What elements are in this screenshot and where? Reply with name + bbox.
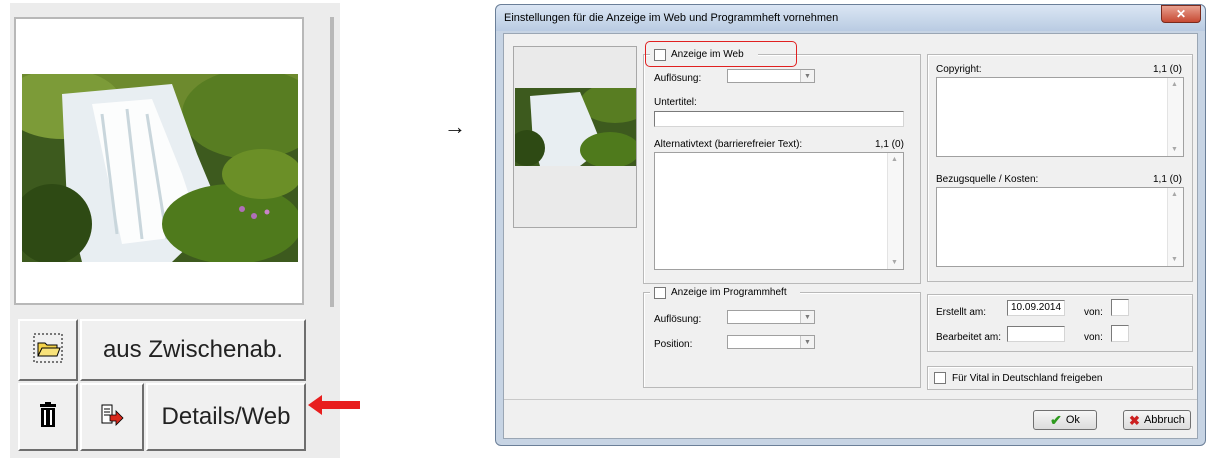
edited-by-input[interactable] bbox=[1111, 325, 1129, 342]
settings-dialog: Einstellungen für die Anzeige im Web und… bbox=[495, 4, 1206, 446]
position-label: Position: bbox=[654, 339, 693, 350]
created-by-input[interactable] bbox=[1111, 299, 1129, 316]
dialog-title: Einstellungen für die Anzeige im Web und… bbox=[504, 12, 839, 24]
dialog-client-area: Anzeige im Web Auflösung: ▼ Untertitel: … bbox=[503, 33, 1198, 439]
paste-button-label: aus Zwischenab. bbox=[102, 336, 284, 363]
cancel-label: Abbruch bbox=[1143, 414, 1185, 426]
release-checkbox-label: Für Vital in Deutschland freigeben bbox=[952, 372, 1103, 384]
folder-icon bbox=[33, 333, 63, 368]
checkmark-icon: ✔ bbox=[1050, 412, 1062, 428]
panel-divider bbox=[330, 17, 334, 307]
program-checkbox-row[interactable]: Anzeige im Programmheft bbox=[650, 285, 800, 300]
flow-arrow: → bbox=[444, 114, 466, 139]
close-button[interactable]: ✕ bbox=[1161, 5, 1201, 23]
edited-by-label: von: bbox=[1084, 332, 1103, 343]
alt-text-scrollbar[interactable]: ▲ ▼ bbox=[887, 153, 903, 269]
program-resolution-label: Auflösung: bbox=[654, 314, 702, 325]
source-textarea[interactable]: ▲ ▼ bbox=[936, 187, 1184, 267]
alt-text-counter: 1,1 (0) bbox=[875, 139, 904, 150]
source-counter: 1,1 (0) bbox=[1153, 174, 1182, 185]
cancel-button[interactable]: ✖ Abbruch bbox=[1123, 410, 1191, 430]
red-arrow-icon bbox=[308, 395, 360, 415]
subtitle-input[interactable] bbox=[654, 111, 904, 127]
source-label: Bezugsquelle / Kosten: bbox=[936, 174, 1039, 185]
ok-label: Ok bbox=[1065, 414, 1080, 426]
delete-button[interactable] bbox=[18, 383, 78, 451]
created-label: Erstellt am: bbox=[936, 307, 987, 318]
details-web-button[interactable]: Details/Web bbox=[146, 383, 306, 451]
scroll-down-icon[interactable]: ▼ bbox=[1171, 146, 1178, 153]
waterfall-image bbox=[22, 74, 298, 262]
dialog-titlebar[interactable]: Einstellungen für die Anzeige im Web und… bbox=[496, 5, 1205, 31]
created-by-label: von: bbox=[1084, 307, 1103, 318]
scroll-down-icon[interactable]: ▼ bbox=[891, 259, 898, 266]
web-resolution-select[interactable]: ▼ bbox=[727, 69, 815, 83]
web-resolution-label: Auflösung: bbox=[654, 73, 702, 84]
source-scrollbar[interactable]: ▲ ▼ bbox=[1167, 188, 1183, 266]
dialog-waterfall-image bbox=[515, 88, 636, 166]
chevron-down-icon: ▼ bbox=[800, 70, 814, 82]
copyright-counter: 1,1 (0) bbox=[1153, 64, 1182, 75]
export-icon bbox=[100, 403, 124, 432]
scroll-up-icon[interactable]: ▲ bbox=[1171, 81, 1178, 88]
created-date-input[interactable]: 10.09.2014 bbox=[1007, 300, 1065, 316]
trash-icon bbox=[38, 401, 58, 433]
close-icon: ✕ bbox=[1175, 7, 1187, 21]
highlight-box bbox=[645, 41, 797, 67]
program-checkbox-label: Anzeige im Programmheft bbox=[671, 287, 787, 298]
release-checkbox-row[interactable]: Für Vital in Deutschland freigeben bbox=[934, 372, 1102, 384]
image-preview-frame bbox=[14, 17, 304, 305]
paste-from-clipboard-button[interactable]: aus Zwischenab. bbox=[80, 319, 306, 381]
details-button-label: Details/Web bbox=[161, 403, 291, 430]
alt-text-area[interactable]: ▲ ▼ bbox=[654, 152, 904, 270]
copyright-label: Copyright: bbox=[936, 64, 982, 75]
open-folder-button[interactable] bbox=[18, 319, 78, 381]
x-icon: ✖ bbox=[1129, 412, 1140, 428]
chevron-down-icon: ▼ bbox=[800, 311, 814, 323]
edited-date-input[interactable] bbox=[1007, 326, 1065, 342]
scroll-up-icon[interactable]: ▲ bbox=[1171, 191, 1178, 198]
program-checkbox[interactable] bbox=[654, 286, 666, 299]
edited-label: Bearbeitet am: bbox=[936, 332, 1002, 343]
subtitle-label: Untertitel: bbox=[654, 97, 697, 108]
scroll-down-icon[interactable]: ▼ bbox=[1171, 256, 1178, 263]
ok-button[interactable]: ✔ Ok bbox=[1033, 410, 1097, 430]
release-checkbox[interactable] bbox=[934, 372, 946, 384]
export-button[interactable] bbox=[80, 383, 144, 451]
separator bbox=[504, 399, 1197, 400]
alt-text-label: Alternativtext (barrierefreier Text): bbox=[654, 139, 803, 150]
copyright-textarea[interactable]: ▲ ▼ bbox=[936, 77, 1184, 157]
program-resolution-select[interactable]: ▼ bbox=[727, 310, 815, 324]
position-select[interactable]: ▼ bbox=[727, 335, 815, 349]
dialog-image-preview bbox=[513, 46, 637, 228]
chevron-down-icon: ▼ bbox=[800, 336, 814, 348]
copyright-scrollbar[interactable]: ▲ ▼ bbox=[1167, 78, 1183, 156]
scroll-up-icon[interactable]: ▲ bbox=[891, 156, 898, 163]
